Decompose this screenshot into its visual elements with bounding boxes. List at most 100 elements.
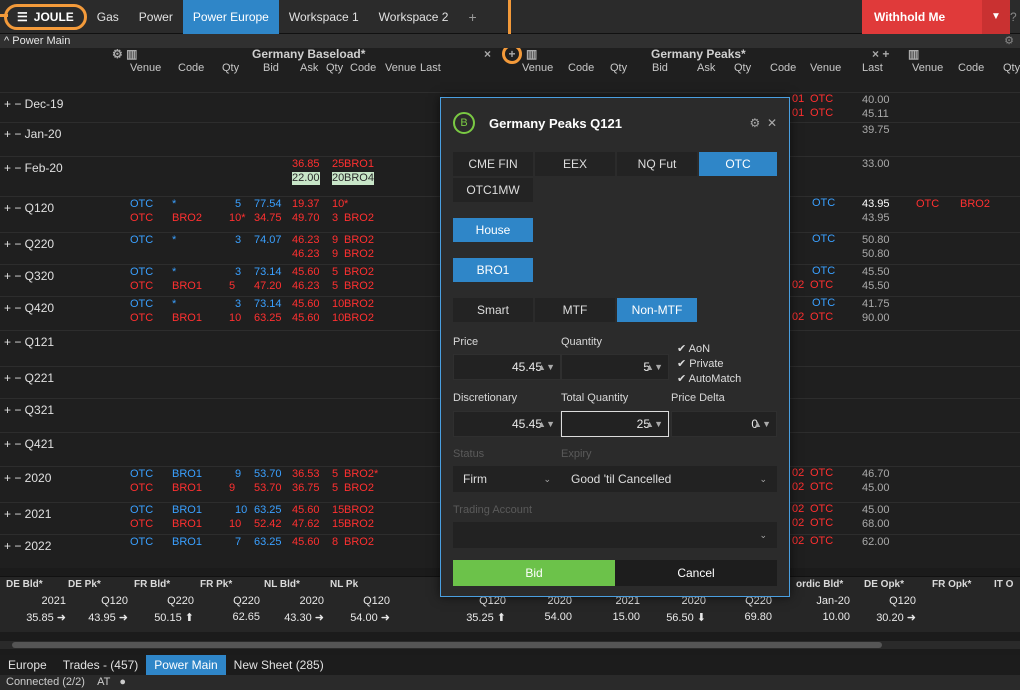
ask-code-cell[interactable]: BRO2 [344,280,374,293]
row-expand-label[interactable]: + − Feb-20 [4,161,63,175]
ask-qty-cell[interactable]: 15 [332,518,344,531]
ask-code-cell[interactable]: BRO4 [344,172,374,185]
partial-cell[interactable]: 02 [792,481,804,494]
partial-cell[interactable]: 02 [792,503,804,516]
col-qty[interactable]: Qty [222,62,239,75]
partial-cell[interactable]: OTC [810,467,833,480]
ask-code-cell[interactable]: BRO2 [344,234,374,247]
col-qty-5[interactable]: Qty [1003,62,1020,75]
last-price-cell[interactable]: 50.80 [862,248,890,261]
summary-value[interactable]: 56.50 ⬇ [646,611,706,624]
ask-price-cell[interactable]: 19.37 [292,198,320,211]
col-last-2[interactable]: Last [862,62,883,75]
row-expand-label[interactable]: + − 2022 [4,539,51,553]
trading-account-dropdown[interactable]: ⌄ [453,522,777,548]
venue-cell[interactable]: OTC [812,233,835,246]
row-expand-label[interactable]: + − Q221 [4,371,54,385]
ask-price-cell[interactable]: 22.00 [292,172,320,185]
col-code[interactable]: Code [178,62,204,75]
withhold-dropdown-icon[interactable]: ▼ [982,0,1010,34]
last-price-cell[interactable]: 62.00 [862,536,890,549]
summary-value[interactable]: 30.20 ➜ [856,611,916,624]
venue-otc1mw-button[interactable]: OTC1MW [453,178,533,202]
last-price-cell[interactable]: 45.00 [862,482,890,495]
bid-qty-cell[interactable]: 10 [229,312,241,325]
row-expand-label[interactable]: + − Q120 [4,201,54,215]
summary-header[interactable]: FR Opk* [932,579,971,590]
summary-header[interactable]: NL Bld* [264,579,300,590]
ask-price-cell[interactable]: 36.75 [292,482,320,495]
ask-code-cell[interactable]: BRO2 [344,248,374,261]
ask-qty-cell[interactable]: 9 [332,234,338,247]
ask-code-cell[interactable]: BRO2 [344,482,374,495]
bid-qty-cell[interactable]: 3 [235,234,241,247]
ask-qty-cell[interactable]: 5 [332,280,338,293]
last-price-cell[interactable]: 33.00 [862,158,890,171]
col-qty-2[interactable]: Qty [326,62,343,75]
row-expand-label[interactable]: + − Q420 [4,301,54,315]
venue-nq-fut-button[interactable]: NQ Fut [617,152,697,176]
sheet-tab-power-main[interactable]: Power Main [146,655,226,675]
bid-venue-cell[interactable]: OTC [130,536,153,549]
partial-cell[interactable]: 01 [792,93,804,106]
sheet-tab-new-sheet[interactable]: New Sheet (285) [226,655,332,675]
summary-value[interactable]: 43.95 ➜ [68,611,128,624]
bid-price-cell[interactable]: 53.70 [254,468,282,481]
bid-venue-cell[interactable]: OTC [130,234,153,247]
withhold-button[interactable]: Withhold Me [862,0,982,34]
bid-venue-cell[interactable]: OTC [130,280,153,293]
summary-value[interactable]: 43.30 ➜ [264,611,324,624]
last-price-cell[interactable]: 46.70 [862,468,890,481]
summary-value[interactable]: 50.15 ⬆ [134,611,194,624]
bid-price-cell[interactable]: 63.25 [254,536,282,549]
bid-venue-cell[interactable]: OTC [130,212,153,225]
bid-button[interactable]: Bid [453,560,615,586]
col-code-4[interactable]: Code [770,62,796,75]
summary-header[interactable]: DE Pk* [68,579,101,590]
gear-icon[interactable]: ⚙ ▥ [112,48,137,61]
ask-code-cell[interactable]: BRO2 [344,504,374,517]
tab-gas[interactable]: Gas [87,0,129,34]
total-quantity-input[interactable]: 25 ▲▼ [561,411,669,437]
venue-otc-button[interactable]: OTC [699,152,777,176]
spinner-icon[interactable]: ▲▼ [753,412,771,436]
venue-cell[interactable]: OTC [812,197,835,210]
close-icon[interactable]: ✕ [767,116,777,130]
spinner-icon[interactable]: ▲▼ [645,355,663,379]
bid-code-cell[interactable]: BRO2 [172,212,202,225]
bid-qty-cell[interactable]: 3 [235,266,241,279]
row-expand-label[interactable]: + − Q121 [4,335,54,349]
ask-code-cell[interactable]: BRO2 [344,212,374,225]
bid-price-cell[interactable]: 47.20 [254,280,282,293]
bid-price-cell[interactable]: 52.42 [254,518,282,531]
mode-smart-button[interactable]: Smart [453,298,533,322]
ask-qty-cell[interactable]: 3 [332,212,338,225]
summary-header[interactable]: DE Opk* [864,579,904,590]
last-price-cell[interactable]: 45.50 [862,280,890,293]
cancel-button[interactable]: Cancel [615,560,777,586]
spinner-icon[interactable]: ▲▼ [645,412,663,436]
summary-header[interactable]: FR Pk* [200,579,232,590]
summary-header[interactable]: ordic Bld* [796,579,843,590]
ask-price-cell[interactable]: 45.60 [292,536,320,549]
discretionary-input[interactable]: 45.45 ▲▼ [453,411,561,437]
row-expand-label[interactable]: + − Q421 [4,437,54,451]
status-dropdown[interactable]: Firm ⌄ [453,466,561,492]
bid-price-cell[interactable]: 74.07 [254,234,282,247]
bid-code-cell[interactable]: BRO1 [172,312,202,325]
add-tab-button[interactable]: + [458,9,486,25]
ask-qty-cell[interactable]: 5 [332,482,338,495]
ask-price-cell[interactable]: 47.62 [292,518,320,531]
col-bid-2[interactable]: Bid [652,62,668,75]
venue-cell[interactable]: OTC [812,297,835,310]
gear-icon[interactable]: ⚙ [750,116,761,130]
ask-price-cell[interactable]: 45.60 [292,312,320,325]
app-menu-button[interactable]: ☰ JOULE [4,3,87,30]
bid-venue-cell[interactable]: OTC [130,482,153,495]
summary-value[interactable]: 69.80 [712,611,772,623]
row-expand-label[interactable]: + − Q220 [4,237,54,251]
ask-price-cell[interactable]: 46.23 [292,234,320,247]
last-price-cell[interactable]: 68.00 [862,518,890,531]
last-price-cell[interactable]: 40.00 [862,94,890,107]
bid-price-cell[interactable]: 63.25 [254,312,282,325]
